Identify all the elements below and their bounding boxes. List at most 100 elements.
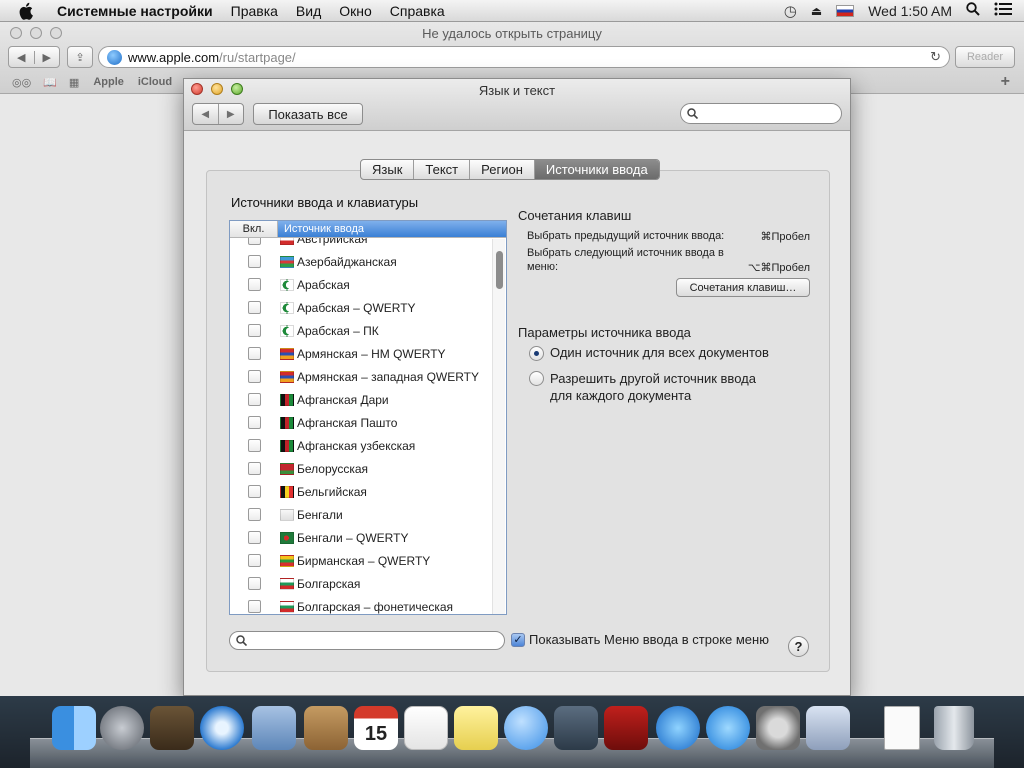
finder-icon[interactable] bbox=[52, 706, 96, 750]
contacts-icon[interactable] bbox=[304, 706, 348, 750]
radio-per-document[interactable]: Разрешить другой источник ввода для кажд… bbox=[529, 370, 756, 404]
notification-center-icon[interactable] bbox=[994, 2, 1012, 19]
source-enable-checkbox[interactable] bbox=[248, 301, 261, 314]
source-enable-checkbox[interactable] bbox=[248, 508, 261, 521]
bookmark-apple[interactable]: Apple bbox=[93, 76, 124, 88]
keyboard-shortcuts-button[interactable]: Сочетания клавиш… bbox=[676, 278, 810, 297]
notes-icon[interactable] bbox=[454, 706, 498, 750]
time-machine-icon[interactable]: ◷ bbox=[784, 2, 797, 20]
list-item[interactable]: Арабская – ПК bbox=[230, 319, 490, 342]
help-button[interactable]: ? bbox=[788, 636, 809, 657]
list-item[interactable]: Австрийская bbox=[230, 238, 490, 250]
list-item[interactable]: Бельгийская bbox=[230, 480, 490, 503]
input-menu-flag-icon[interactable] bbox=[836, 4, 855, 17]
input-source-search-field[interactable] bbox=[229, 631, 505, 650]
tab-text[interactable]: Текст bbox=[413, 160, 469, 179]
wizard-icon[interactable] bbox=[806, 706, 850, 750]
table-scrollbar[interactable] bbox=[492, 239, 505, 614]
source-enable-checkbox[interactable] bbox=[248, 485, 261, 498]
radio-one-source[interactable]: Один источник для всех документов bbox=[529, 345, 769, 361]
bookmarks-book-icon[interactable]: 📖 bbox=[43, 76, 57, 89]
spotlight-icon[interactable] bbox=[966, 2, 980, 19]
source-enable-checkbox[interactable] bbox=[248, 393, 261, 406]
forward-arrow-icon[interactable]: ▶ bbox=[33, 50, 60, 64]
list-item[interactable]: Бенгали – QWERTY bbox=[230, 526, 490, 549]
menu-app-name[interactable]: Системные настройки bbox=[48, 3, 222, 19]
source-enable-checkbox[interactable] bbox=[248, 439, 261, 452]
source-enable-checkbox[interactable] bbox=[248, 347, 261, 360]
system-preferences-icon[interactable] bbox=[756, 706, 800, 750]
safari-back-forward[interactable]: ◀ ▶ bbox=[8, 46, 60, 68]
tab-language[interactable]: Язык bbox=[361, 160, 413, 179]
top-sites-grid-icon[interactable]: ▦ bbox=[69, 76, 79, 89]
list-item[interactable]: Бенгали bbox=[230, 503, 490, 526]
source-enable-checkbox[interactable] bbox=[248, 255, 261, 268]
back-arrow-icon[interactable]: ◀ bbox=[9, 51, 34, 64]
reader-button[interactable]: Reader bbox=[955, 46, 1015, 68]
show-input-menu-checkbox[interactable]: ✓ Показывать Меню ввода в строке меню bbox=[511, 632, 769, 647]
radio-button-selected[interactable] bbox=[529, 346, 544, 361]
trash-icon[interactable] bbox=[934, 706, 974, 750]
column-header-source[interactable]: Источник ввода bbox=[278, 221, 506, 237]
address-bar[interactable]: www.apple.com /ru/startpage/ ↻ bbox=[98, 46, 950, 68]
safari-add-tab-icon[interactable]: + bbox=[1001, 73, 1010, 91]
list-item[interactable]: Арабская – QWERTY bbox=[230, 296, 490, 319]
calendar-icon[interactable]: 15 bbox=[354, 706, 398, 750]
app-store-icon[interactable] bbox=[706, 706, 750, 750]
source-enable-checkbox[interactable] bbox=[248, 416, 261, 429]
mission-control-icon[interactable] bbox=[150, 706, 194, 750]
back-arrow-icon[interactable]: ◀ bbox=[193, 104, 218, 124]
launchpad-icon[interactable] bbox=[100, 706, 144, 750]
itunes-icon[interactable] bbox=[656, 706, 700, 750]
eject-icon[interactable]: ⏏ bbox=[811, 4, 822, 18]
list-item[interactable]: Арабская bbox=[230, 273, 490, 296]
flag-afghanistan-icon bbox=[280, 393, 294, 406]
source-enable-checkbox[interactable] bbox=[248, 370, 261, 383]
menu-edit[interactable]: Правка bbox=[222, 3, 287, 19]
radio-button[interactable] bbox=[529, 371, 544, 386]
list-item[interactable]: Бирманская – QWERTY bbox=[230, 549, 490, 572]
mail-icon[interactable] bbox=[252, 706, 296, 750]
input-sources-table[interactable]: Вкл. Источник ввода Австрийская Азербайдж… bbox=[229, 220, 507, 615]
show-all-button[interactable]: Показать все bbox=[253, 103, 363, 125]
messages-icon[interactable] bbox=[504, 706, 548, 750]
tab-input-sources[interactable]: Источники ввода bbox=[533, 160, 659, 179]
share-button[interactable]: ⇪ bbox=[67, 46, 93, 68]
list-item[interactable]: Белорусская bbox=[230, 457, 490, 480]
menu-window[interactable]: Окно bbox=[330, 3, 381, 19]
scrollbar-thumb[interactable] bbox=[496, 251, 503, 289]
source-enable-checkbox[interactable] bbox=[248, 238, 261, 245]
reminders-icon[interactable] bbox=[404, 706, 448, 750]
source-enable-checkbox[interactable] bbox=[248, 600, 261, 613]
list-item[interactable]: Афганская узбекская bbox=[230, 434, 490, 457]
list-item[interactable]: Болгарская bbox=[230, 572, 490, 595]
menu-help[interactable]: Справка bbox=[381, 3, 454, 19]
source-enable-checkbox[interactable] bbox=[248, 554, 261, 567]
list-item[interactable]: Болгарская – фонетическая bbox=[230, 595, 490, 614]
apple-menu-icon[interactable] bbox=[18, 2, 36, 20]
list-item[interactable]: Азербайджанская bbox=[230, 250, 490, 273]
photo-booth-icon[interactable] bbox=[604, 706, 648, 750]
source-enable-checkbox[interactable] bbox=[248, 531, 261, 544]
source-enable-checkbox[interactable] bbox=[248, 462, 261, 475]
column-header-on[interactable]: Вкл. bbox=[230, 221, 278, 237]
safari-icon[interactable] bbox=[200, 706, 244, 750]
preview-document-icon[interactable] bbox=[884, 706, 920, 750]
source-enable-checkbox[interactable] bbox=[248, 278, 261, 291]
tab-region[interactable]: Регион bbox=[469, 160, 534, 179]
checkbox-checked[interactable]: ✓ bbox=[511, 632, 525, 647]
list-item[interactable]: Афганская Дари bbox=[230, 388, 490, 411]
list-item[interactable]: Армянская – западная QWERTY bbox=[230, 365, 490, 388]
menu-clock[interactable]: Wed 1:50 AM bbox=[868, 3, 952, 19]
reading-list-icon[interactable]: ◎◎ bbox=[12, 76, 31, 89]
facetime-icon[interactable] bbox=[554, 706, 598, 750]
source-enable-checkbox[interactable] bbox=[248, 577, 261, 590]
list-item[interactable]: Армянская – НМ QWERTY bbox=[230, 342, 490, 365]
list-item[interactable]: Афганская Пашто bbox=[230, 411, 490, 434]
reload-icon[interactable]: ↻ bbox=[930, 49, 941, 65]
prefs-search-field[interactable] bbox=[680, 103, 842, 124]
source-enable-checkbox[interactable] bbox=[248, 324, 261, 337]
bookmark-icloud[interactable]: iCloud bbox=[138, 76, 172, 88]
forward-arrow-icon[interactable]: ▶ bbox=[217, 104, 244, 124]
menu-view[interactable]: Вид bbox=[287, 3, 330, 19]
